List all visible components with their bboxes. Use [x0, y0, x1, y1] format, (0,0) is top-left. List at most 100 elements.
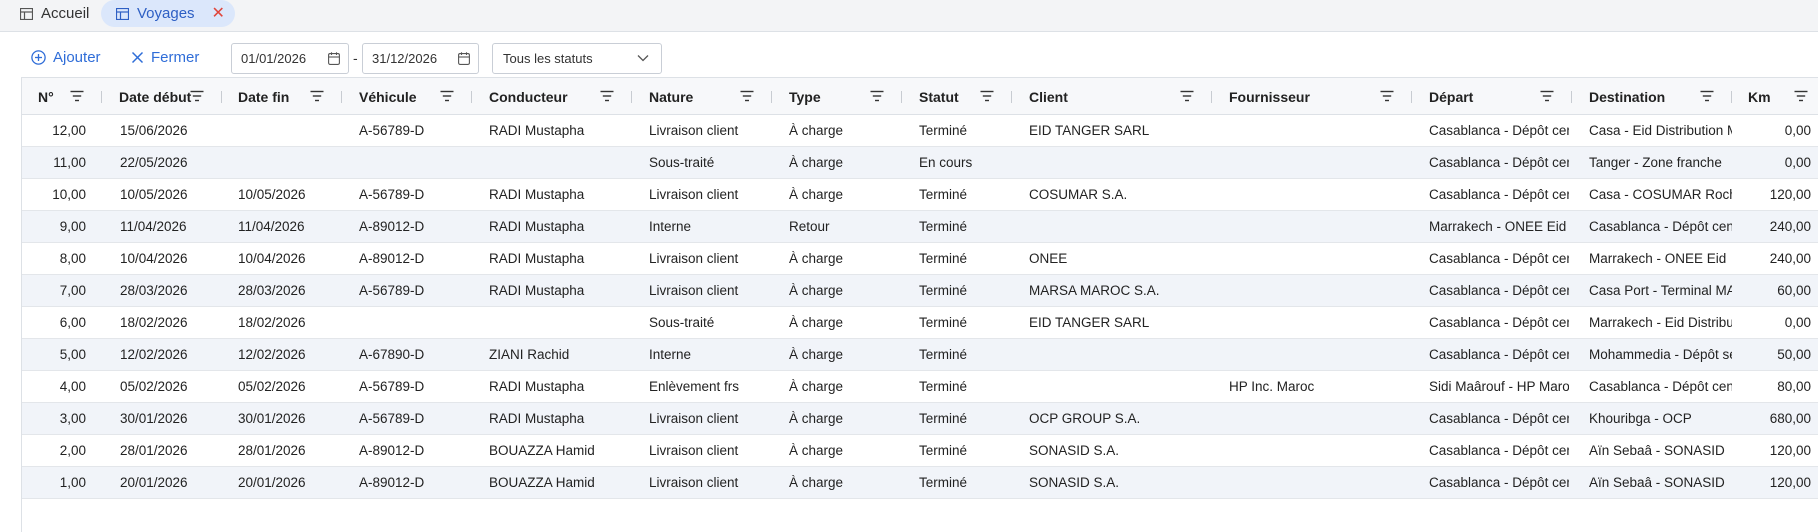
table-cell: RADI Mustapha — [489, 123, 585, 138]
column-header-label: Date fin — [238, 88, 290, 105]
column-resize-handle[interactable] — [901, 91, 902, 103]
column-header[interactable]: Conducteur — [489, 78, 568, 115]
table-cell: 30/01/2026 — [238, 411, 306, 426]
column-resize-handle[interactable] — [1011, 91, 1012, 103]
column-header[interactable]: Date fin — [238, 78, 289, 115]
table-cell: SONASID S.A. — [1029, 475, 1120, 490]
date-to-field[interactable]: 31/12/2026 — [362, 43, 479, 74]
table-cell: Livraison client — [649, 283, 739, 298]
table-cell: Tanger - Zone franche — [1589, 155, 1722, 170]
date-to-value: 31/12/2026 — [372, 51, 438, 66]
filter-icon[interactable] — [600, 90, 614, 102]
table-cell: À charge — [789, 283, 844, 298]
chevron-down-icon — [637, 55, 649, 62]
column-header[interactable]: N° — [38, 78, 54, 115]
tab-voyages[interactable]: Voyages ✕ — [101, 0, 235, 27]
close-button[interactable]: Fermer — [131, 49, 199, 66]
table-cell — [1029, 211, 1209, 242]
column-resize-handle[interactable] — [471, 91, 472, 103]
table-cell: 0,00 — [1784, 123, 1811, 138]
column-resize-handle[interactable] — [101, 91, 102, 103]
column-header[interactable]: Statut — [919, 78, 959, 115]
column-header[interactable]: Nature — [649, 78, 693, 115]
close-icon[interactable]: ✕ — [212, 5, 225, 22]
filter-icon[interactable] — [1380, 90, 1394, 102]
column-resize-handle[interactable] — [1411, 91, 1412, 103]
table-cell: À charge — [789, 347, 844, 362]
table-row[interactable]: 5,00 12/02/2026 12/02/2026 A-67890-D ZIANI R… — [22, 339, 1818, 371]
calendar-icon[interactable] — [328, 52, 340, 65]
filter-icon[interactable] — [1180, 90, 1194, 102]
table-cell: En cours — [919, 155, 973, 170]
column-resize-handle[interactable] — [1731, 91, 1732, 103]
table-cell: 20/01/2026 — [120, 475, 188, 490]
table-cell: Marrakech - ONEE Eid — [1429, 219, 1567, 234]
table-cell: Khouribga - OCP — [1589, 411, 1692, 426]
table-icon — [20, 7, 33, 20]
column-header[interactable]: Destination — [1589, 78, 1665, 115]
filter-icon[interactable] — [310, 90, 324, 102]
grid-header-row: N° Date début Date fin Véhicule Conducteur Na… — [22, 78, 1818, 115]
table-cell — [489, 147, 629, 178]
calendar-icon[interactable] — [458, 52, 470, 65]
column-resize-handle[interactable] — [631, 91, 632, 103]
table-cell: 6,00 — [59, 315, 86, 330]
filter-icon[interactable] — [740, 90, 754, 102]
filter-icon[interactable] — [1540, 90, 1554, 102]
filter-icon[interactable] — [190, 90, 204, 102]
column-header[interactable]: Véhicule — [359, 78, 417, 115]
column-header[interactable]: Type — [789, 78, 821, 115]
column-header[interactable]: Client — [1029, 78, 1068, 115]
table-cell: Marrakech - ONEE Eid — [1589, 251, 1727, 266]
toolbar: Ajouter Fermer 01/01/2026 - 31/12/2026 T… — [0, 32, 1818, 77]
table-cell — [1229, 115, 1409, 146]
column-header[interactable]: Fournisseur — [1229, 78, 1310, 115]
filter-icon[interactable] — [70, 90, 84, 102]
table-row[interactable]: 8,00 10/04/2026 10/04/2026 A-89012-D RADI Mu… — [22, 243, 1818, 275]
column-header-label: Km — [1748, 88, 1771, 105]
table-row[interactable]: 4,00 05/02/2026 05/02/2026 A-56789-D RADI Mu… — [22, 371, 1818, 403]
filter-icon[interactable] — [980, 90, 994, 102]
filter-icon[interactable] — [1794, 90, 1808, 102]
table-cell: Casablanca - Dépôt central — [1429, 155, 1569, 170]
date-from-field[interactable]: 01/01/2026 — [231, 43, 349, 74]
column-resize-handle[interactable] — [221, 91, 222, 103]
table-cell: 50,00 — [1777, 347, 1811, 362]
table-row[interactable]: 10,00 10/05/2026 10/05/2026 A-56789-D RADI M… — [22, 179, 1818, 211]
tab-voyages-label: Voyages — [137, 5, 195, 22]
table-cell: 120,00 — [1769, 475, 1811, 490]
table-cell: 15/06/2026 — [120, 123, 188, 138]
column-resize-handle[interactable] — [341, 91, 342, 103]
table-cell: RADI Mustapha — [489, 187, 585, 202]
table-cell: 1,00 — [59, 475, 86, 490]
status-filter-select[interactable]: Tous les statuts — [492, 43, 662, 74]
table-row[interactable]: 2,00 28/01/2026 28/01/2026 A-89012-D BOUAZZA… — [22, 435, 1818, 467]
table-cell — [1229, 307, 1409, 338]
filter-icon[interactable] — [870, 90, 884, 102]
tab-accueil[interactable]: Accueil — [20, 0, 89, 27]
table-row[interactable]: 7,00 28/03/2026 28/03/2026 A-56789-D RADI Mu… — [22, 275, 1818, 307]
table-cell — [1229, 275, 1409, 306]
filter-icon[interactable] — [1700, 90, 1714, 102]
table-row[interactable]: 11,00 22/05/2026 Sous-traité À charge En cou… — [22, 147, 1818, 179]
table-cell: 80,00 — [1777, 379, 1811, 394]
column-header[interactable]: Date début — [119, 78, 191, 115]
table-cell — [238, 115, 338, 146]
table-row[interactable]: 9,00 11/04/2026 11/04/2026 A-89012-D RADI Mu… — [22, 211, 1818, 243]
column-resize-handle[interactable] — [771, 91, 772, 103]
add-button[interactable]: Ajouter — [31, 49, 101, 66]
tab-bar: Accueil Voyages ✕ — [0, 0, 1818, 32]
table-cell — [1229, 243, 1409, 274]
column-resize-handle[interactable] — [1211, 91, 1212, 103]
table-row[interactable]: 12,00 15/06/2026 A-56789-D RADI Mustapha Liv… — [22, 115, 1818, 147]
table-row[interactable]: 1,00 20/01/2026 20/01/2026 A-89012-D BOUAZZA… — [22, 467, 1818, 499]
filter-icon[interactable] — [440, 90, 454, 102]
column-resize-handle[interactable] — [1571, 91, 1572, 103]
column-header[interactable]: Km — [1748, 78, 1771, 115]
column-header[interactable]: Départ — [1429, 78, 1473, 115]
table-row[interactable]: 6,00 18/02/2026 18/02/2026 Sous-traité À cha… — [22, 307, 1818, 339]
table-row[interactable]: 3,00 30/01/2026 30/01/2026 A-56789-D RADI Mu… — [22, 403, 1818, 435]
table-cell: MARSA MAROC S.A. — [1029, 283, 1160, 298]
table-cell: 12/02/2026 — [120, 347, 188, 362]
table-cell: Sous-traité — [649, 315, 715, 330]
